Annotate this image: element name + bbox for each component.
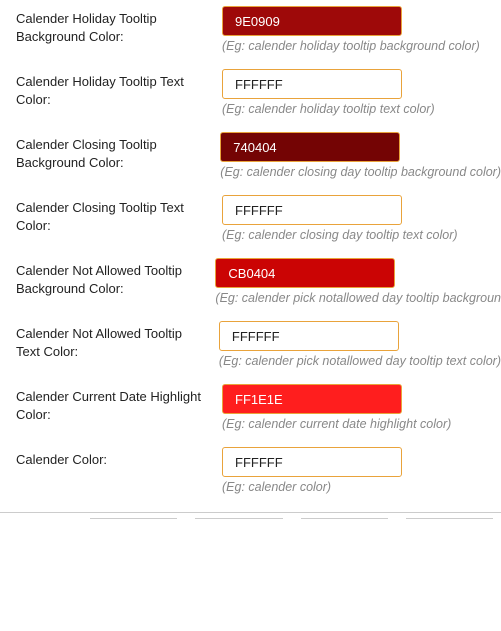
setting-hint: (Eg: calender current date highlight col… <box>222 417 501 431</box>
color-input-current-date-highlight[interactable]: FF1E1E <box>222 384 402 414</box>
color-input-notallowed-tooltip-bg[interactable]: CB0404 <box>215 258 395 288</box>
setting-label: Calender Color: <box>16 447 222 469</box>
color-input-notallowed-tooltip-text[interactable]: FFFFFF <box>219 321 399 351</box>
setting-label: Calender Current Date Highlight Color: <box>16 384 222 424</box>
setting-field: 740404 (Eg: calender closing day tooltip … <box>220 132 501 179</box>
color-input-holiday-tooltip-bg[interactable]: 9E0909 <box>222 6 402 36</box>
setting-hint: (Eg: calender color) <box>222 480 501 494</box>
setting-field: FFFFFF (Eg: calender closing day tooltip … <box>222 195 501 242</box>
setting-field: 9E0909 (Eg: calender holiday tooltip back… <box>222 6 501 53</box>
setting-hint: (Eg: calender closing day tooltip backgr… <box>220 165 501 179</box>
setting-hint: (Eg: calender holiday tooltip background… <box>222 39 501 53</box>
setting-row-notallowed-tooltip-text: Calender Not Allowed Tooltip Text Color:… <box>16 321 501 368</box>
window-bottom-bar <box>0 512 501 522</box>
color-input-holiday-tooltip-text[interactable]: FFFFFF <box>222 69 402 99</box>
setting-label: Calender Closing Tooltip Text Color: <box>16 195 222 235</box>
setting-field: FFFFFF (Eg: calender holiday tooltip text… <box>222 69 501 116</box>
setting-hint: (Eg: calender pick notallowed day toolti… <box>219 354 501 368</box>
setting-field: FFFFFF (Eg: calender color) <box>222 447 501 494</box>
setting-row-notallowed-tooltip-bg: Calender Not Allowed Tooltip Background … <box>16 258 501 305</box>
setting-row-closing-tooltip-bg: Calender Closing Tooltip Background Colo… <box>16 132 501 179</box>
color-input-closing-tooltip-text[interactable]: FFFFFF <box>222 195 402 225</box>
setting-hint: (Eg: calender holiday tooltip text color… <box>222 102 501 116</box>
setting-hint: (Eg: calender pick notallowed day toolti… <box>215 291 501 305</box>
setting-row-holiday-tooltip-text: Calender Holiday Tooltip Text Color:FFFF… <box>16 69 501 116</box>
setting-label: Calender Not Allowed Tooltip Text Color: <box>16 321 219 361</box>
setting-label: Calender Closing Tooltip Background Colo… <box>16 132 220 172</box>
setting-hint: (Eg: calender closing day tooltip text c… <box>222 228 501 242</box>
color-input-closing-tooltip-bg[interactable]: 740404 <box>220 132 400 162</box>
setting-label: Calender Holiday Tooltip Background Colo… <box>16 6 222 46</box>
settings-form: Calender Holiday Tooltip Background Colo… <box>0 6 501 500</box>
setting-field: FFFFFF (Eg: calender pick notallowed day … <box>219 321 501 368</box>
setting-label: Calender Not Allowed Tooltip Background … <box>16 258 215 298</box>
setting-label: Calender Holiday Tooltip Text Color: <box>16 69 222 109</box>
setting-row-closing-tooltip-text: Calender Closing Tooltip Text Color:FFFF… <box>16 195 501 242</box>
color-input-calendar-color[interactable]: FFFFFF <box>222 447 402 477</box>
setting-row-current-date-highlight: Calender Current Date Highlight Color:FF… <box>16 384 501 431</box>
setting-field: CB0404 (Eg: calender pick notallowed day … <box>215 258 501 305</box>
setting-field: FF1E1E (Eg: calender current date highlig… <box>222 384 501 431</box>
setting-row-calendar-color: Calender Color:FFFFFF (Eg: calender color… <box>16 447 501 494</box>
setting-row-holiday-tooltip-bg: Calender Holiday Tooltip Background Colo… <box>16 6 501 53</box>
